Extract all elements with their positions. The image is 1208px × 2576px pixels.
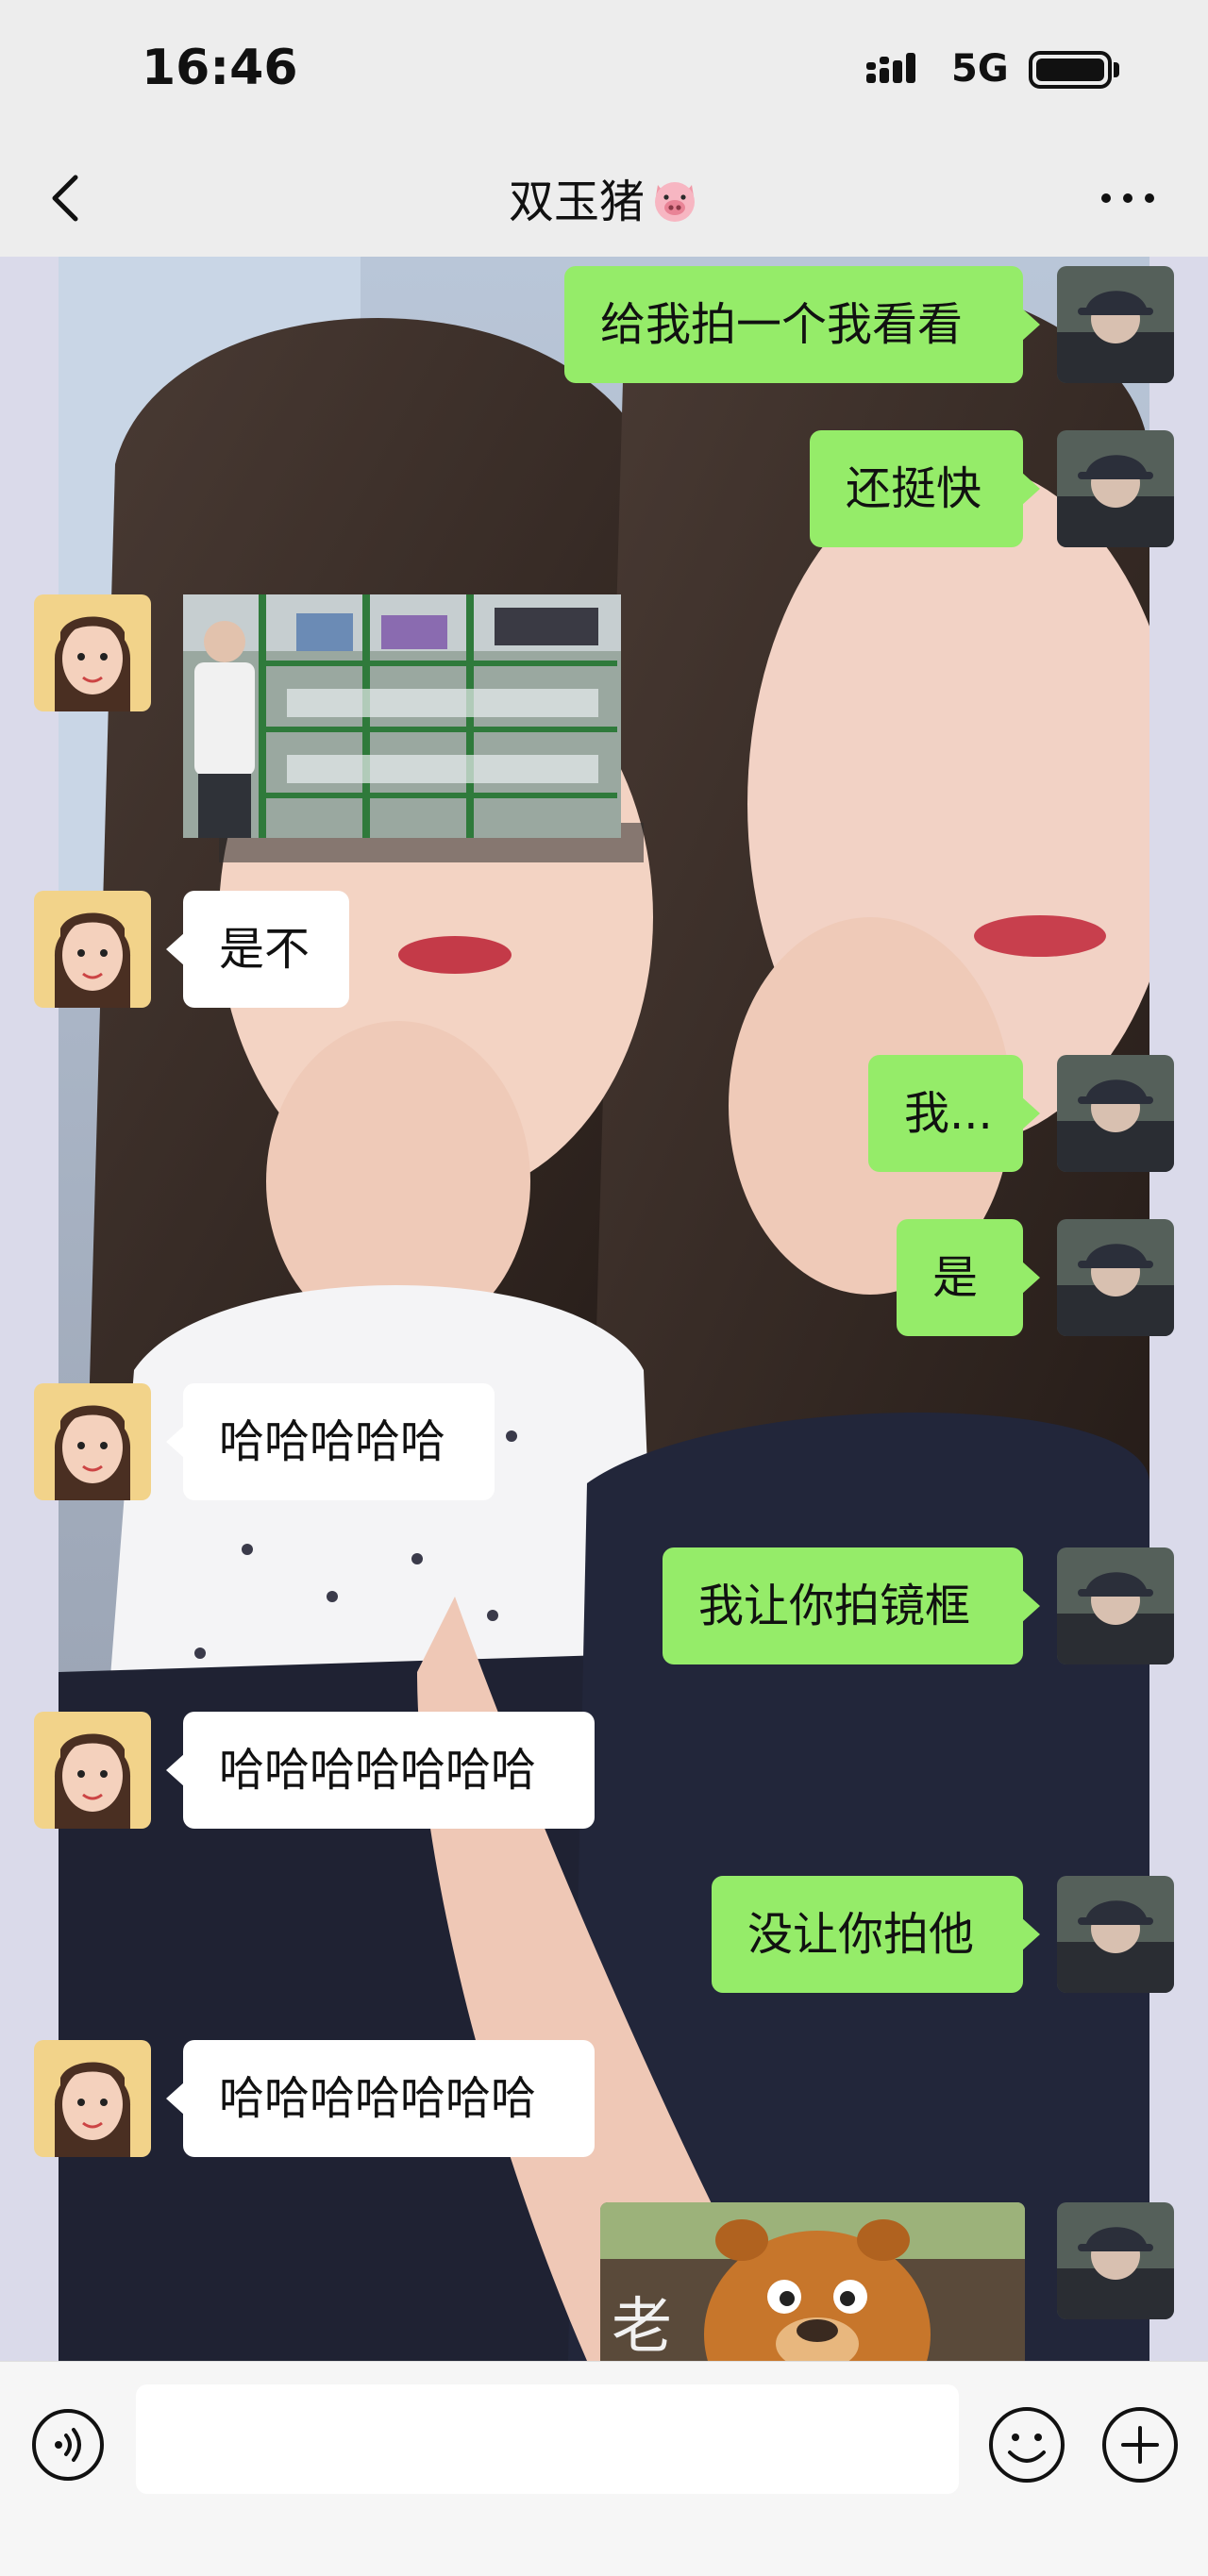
message-row: 哈哈哈哈哈哈哈 <box>0 2040 1208 2157</box>
message-bubble-sent[interactable]: 没让你拍他 <box>712 1876 1040 1993</box>
message-row: 没让你拍他 <box>0 1876 1208 1993</box>
message-bubble-received[interactable]: 哈哈哈哈哈哈哈 <box>166 2040 595 2157</box>
message-row: 给我拍一个我看看 <box>0 266 1208 383</box>
chat-area[interactable]: 给我拍一个我看看 还挺快 是不 我... 是 哈哈哈哈哈 我让你拍镜框 哈哈哈哈… <box>0 257 1208 2361</box>
status-bar: 16:46 5G <box>0 0 1208 142</box>
signal-icon <box>866 53 915 83</box>
message-row: 我... <box>0 1055 1208 1172</box>
message-row: 我让你拍镜框 <box>0 1547 1208 1664</box>
pig-face-icon <box>655 182 695 222</box>
sticker-caption: 老 <box>612 2292 672 2361</box>
battery-icon <box>1029 51 1112 89</box>
message-bubble-received[interactable]: 哈哈哈哈哈 <box>166 1383 495 1500</box>
my-avatar[interactable] <box>1057 1547 1174 1664</box>
my-avatar[interactable] <box>1057 1876 1174 1993</box>
message-bubble-received[interactable]: 是不 <box>166 891 349 1008</box>
my-avatar[interactable] <box>1057 2202 1174 2319</box>
friend-avatar[interactable] <box>34 1712 151 1829</box>
message-bubble-sent[interactable]: 给我拍一个我看看 <box>564 266 1040 383</box>
message-row: 哈哈哈哈哈哈哈 <box>0 1712 1208 1829</box>
message-bubble-sent[interactable]: 是 <box>897 1219 1040 1336</box>
friend-avatar[interactable] <box>34 2040 151 2157</box>
input-bar <box>0 2361 1208 2576</box>
message-row <box>0 594 1208 840</box>
chat-title-text: 双玉猪 <box>508 176 645 228</box>
message-input[interactable] <box>136 2384 959 2494</box>
my-avatar[interactable] <box>1057 1219 1174 1336</box>
chat-title[interactable]: 双玉猪 <box>0 164 1208 230</box>
message-bubble-sent[interactable]: 我让你拍镜框 <box>663 1547 1040 1664</box>
friend-avatar[interactable] <box>34 1383 151 1500</box>
emoji-icon[interactable] <box>987 2405 1066 2484</box>
message-bubble-sent[interactable]: 还挺快 <box>810 430 1040 547</box>
message-row: 是 <box>0 1219 1208 1336</box>
nav-bar: 双玉猪 <box>0 142 1208 258</box>
battery-tip <box>1114 62 1119 77</box>
my-avatar[interactable] <box>1057 1055 1174 1172</box>
my-avatar[interactable] <box>1057 430 1174 547</box>
network-type: 5G <box>951 47 1009 91</box>
more-dots-icon[interactable] <box>1095 170 1161 226</box>
message-bubble-received[interactable]: 哈哈哈哈哈哈哈 <box>166 1712 595 1829</box>
message-image-received[interactable] <box>183 594 621 838</box>
plus-icon[interactable] <box>1100 2405 1180 2484</box>
message-row: 老 <box>0 2202 1208 2361</box>
message-row: 是不 <box>0 891 1208 1008</box>
friend-avatar[interactable] <box>34 891 151 1008</box>
status-time: 16:46 <box>142 40 298 96</box>
message-bubble-sent[interactable]: 我... <box>868 1055 1040 1172</box>
message-row: 还挺快 <box>0 430 1208 547</box>
message-row: 哈哈哈哈哈 <box>0 1383 1208 1500</box>
voice-icon[interactable] <box>30 2407 106 2483</box>
my-avatar[interactable] <box>1057 266 1174 383</box>
friend-avatar[interactable] <box>34 594 151 711</box>
